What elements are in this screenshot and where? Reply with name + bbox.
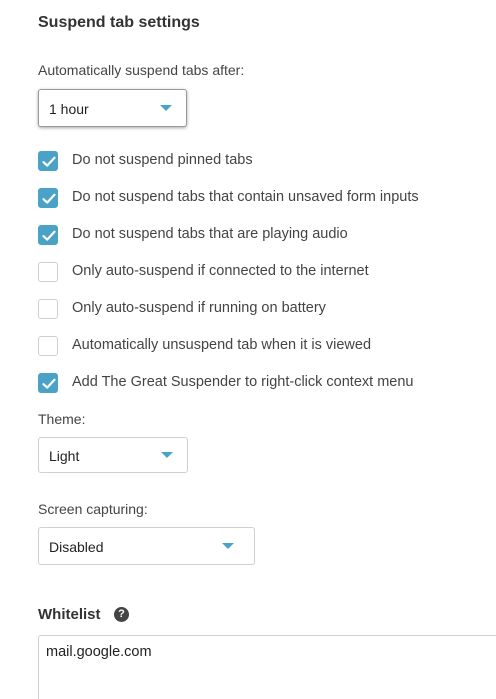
option-label: Add The Great Suspender to right-click c… — [72, 374, 414, 390]
chevron-down-icon — [222, 543, 234, 549]
chevron-down-icon — [161, 452, 173, 458]
option-label: Do not suspend pinned tabs — [72, 152, 253, 168]
checkbox-checked-icon[interactable] — [38, 373, 58, 393]
option-label: Only auto-suspend if running on battery — [72, 300, 326, 316]
option-label: Only auto-suspend if connected to the in… — [72, 263, 369, 279]
whitelist-title: Whitelist — [38, 606, 101, 623]
screen-capturing-select[interactable]: Disabled — [38, 527, 255, 565]
option-label: Automatically unsuspend tab when it is v… — [72, 337, 372, 353]
checkbox-unchecked-icon[interactable] — [38, 336, 58, 356]
theme-label: Theme: — [38, 411, 86, 427]
option-context-menu[interactable]: Add The Great Suspender to right-click c… — [38, 372, 488, 394]
section-title: Suspend tab settings — [38, 14, 200, 31]
checkbox-unchecked-icon[interactable] — [38, 299, 58, 319]
theme-select[interactable]: Light — [38, 437, 188, 473]
checkbox-unchecked-icon[interactable] — [38, 262, 58, 282]
screen-capturing-value: Disabled — [49, 539, 104, 555]
option-label: Do not suspend tabs that are playing aud… — [72, 226, 348, 242]
checkbox-checked-icon[interactable] — [38, 225, 58, 245]
chevron-down-icon — [160, 105, 172, 111]
option-pinned-tabs[interactable]: Do not suspend pinned tabs — [38, 150, 488, 172]
theme-value: Light — [49, 448, 80, 464]
suspend-after-label: Automatically suspend tabs after: — [38, 62, 245, 78]
option-unsaved-form-inputs[interactable]: Do not suspend tabs that contain unsaved… — [38, 187, 488, 209]
option-battery-only[interactable]: Only auto-suspend if running on battery — [38, 298, 488, 320]
option-unsuspend-on-view[interactable]: Automatically unsuspend tab when it is v… — [38, 335, 488, 357]
suspend-after-value: 1 hour — [49, 101, 89, 117]
settings-page: Suspend tab settings Automatically suspe… — [0, 0, 496, 699]
checkbox-checked-icon[interactable] — [38, 188, 58, 208]
screen-capturing-label: Screen capturing: — [38, 501, 148, 517]
checkbox-checked-icon[interactable] — [38, 151, 58, 171]
option-playing-audio[interactable]: Do not suspend tabs that are playing aud… — [38, 224, 488, 246]
option-internet-connected[interactable]: Only auto-suspend if connected to the in… — [38, 261, 488, 283]
option-label: Do not suspend tabs that contain unsaved… — [72, 189, 419, 205]
whitelist-textarea[interactable]: mail.google.com — [38, 635, 496, 699]
help-icon[interactable]: ? — [114, 607, 129, 622]
suspend-after-select[interactable]: 1 hour — [38, 89, 187, 127]
